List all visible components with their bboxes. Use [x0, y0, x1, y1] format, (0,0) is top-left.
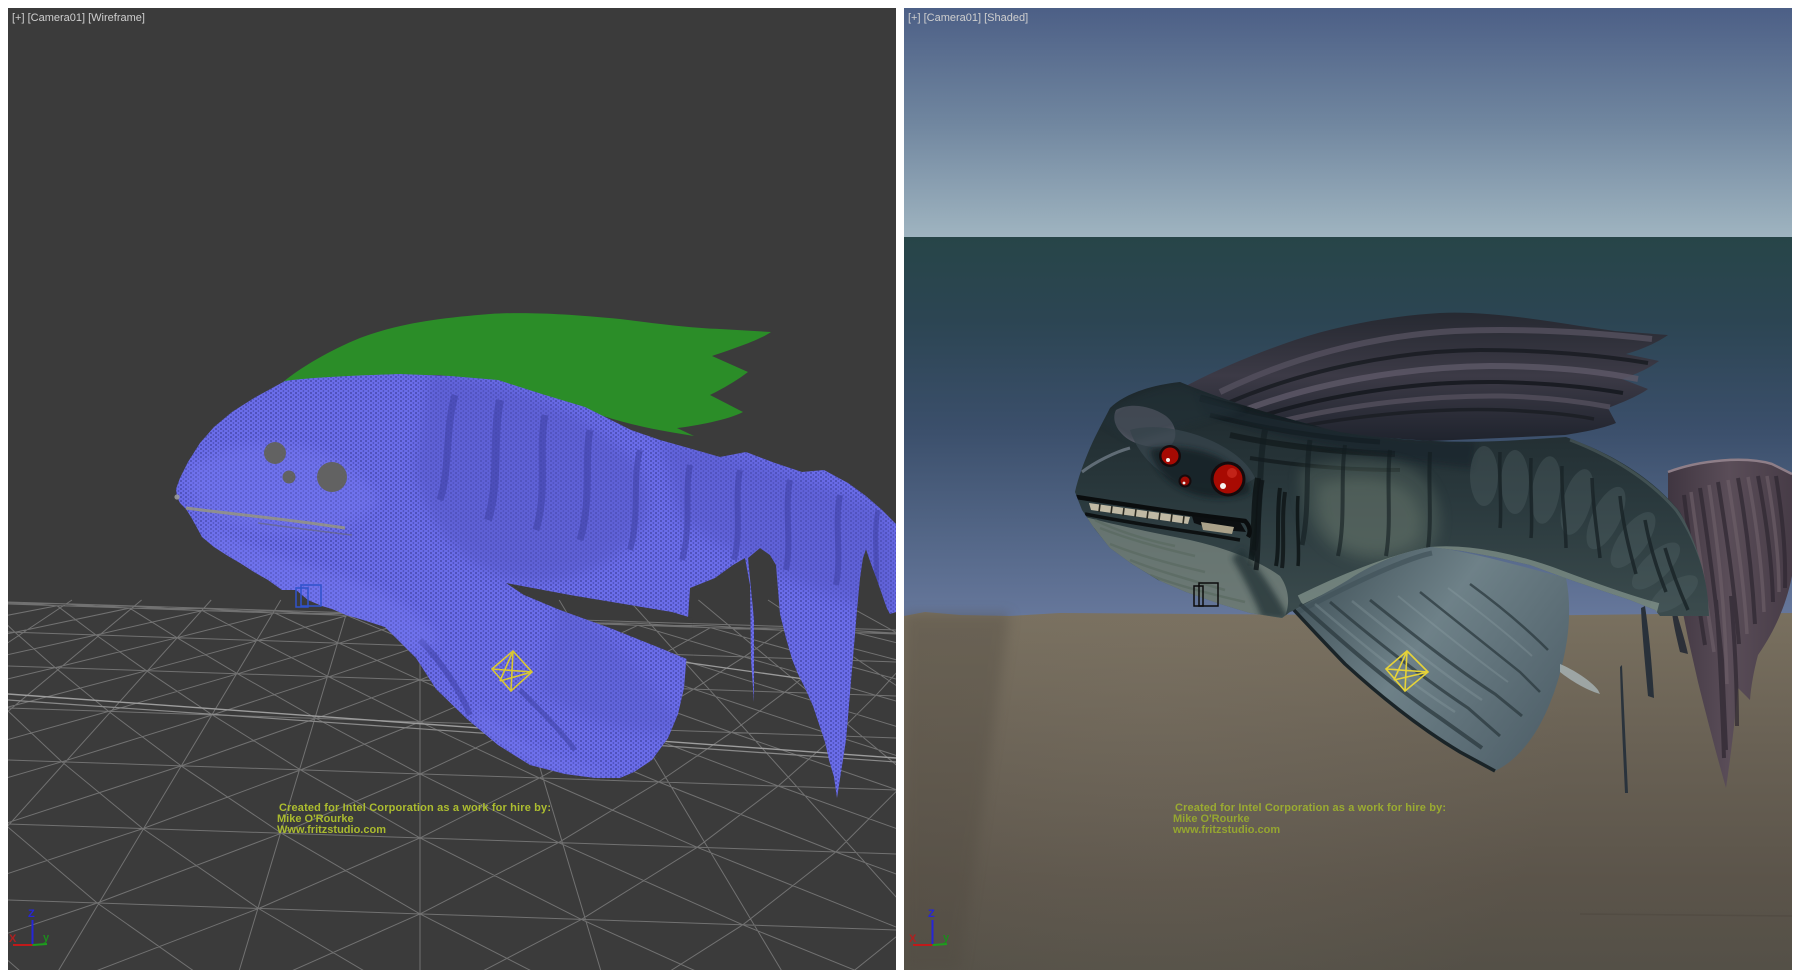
svg-text:[+] [Camera01] [Wireframe]: [+] [Camera01] [Wireframe]	[12, 12, 145, 24]
svg-text:y: y	[943, 932, 950, 944]
svg-text:y: y	[43, 932, 50, 944]
svg-text:X: X	[909, 933, 917, 945]
svg-text:Z: Z	[28, 908, 35, 920]
svg-text:Www.fritzstudio.com: Www.fritzstudio.com	[277, 824, 386, 836]
svg-text:X: X	[9, 933, 17, 945]
svg-text:www.fritzstudio.com: www.fritzstudio.com	[1172, 824, 1280, 836]
svg-text:Z: Z	[928, 908, 935, 920]
svg-text:[+] [Camera01] [Shaded]: [+] [Camera01] [Shaded]	[908, 12, 1028, 24]
